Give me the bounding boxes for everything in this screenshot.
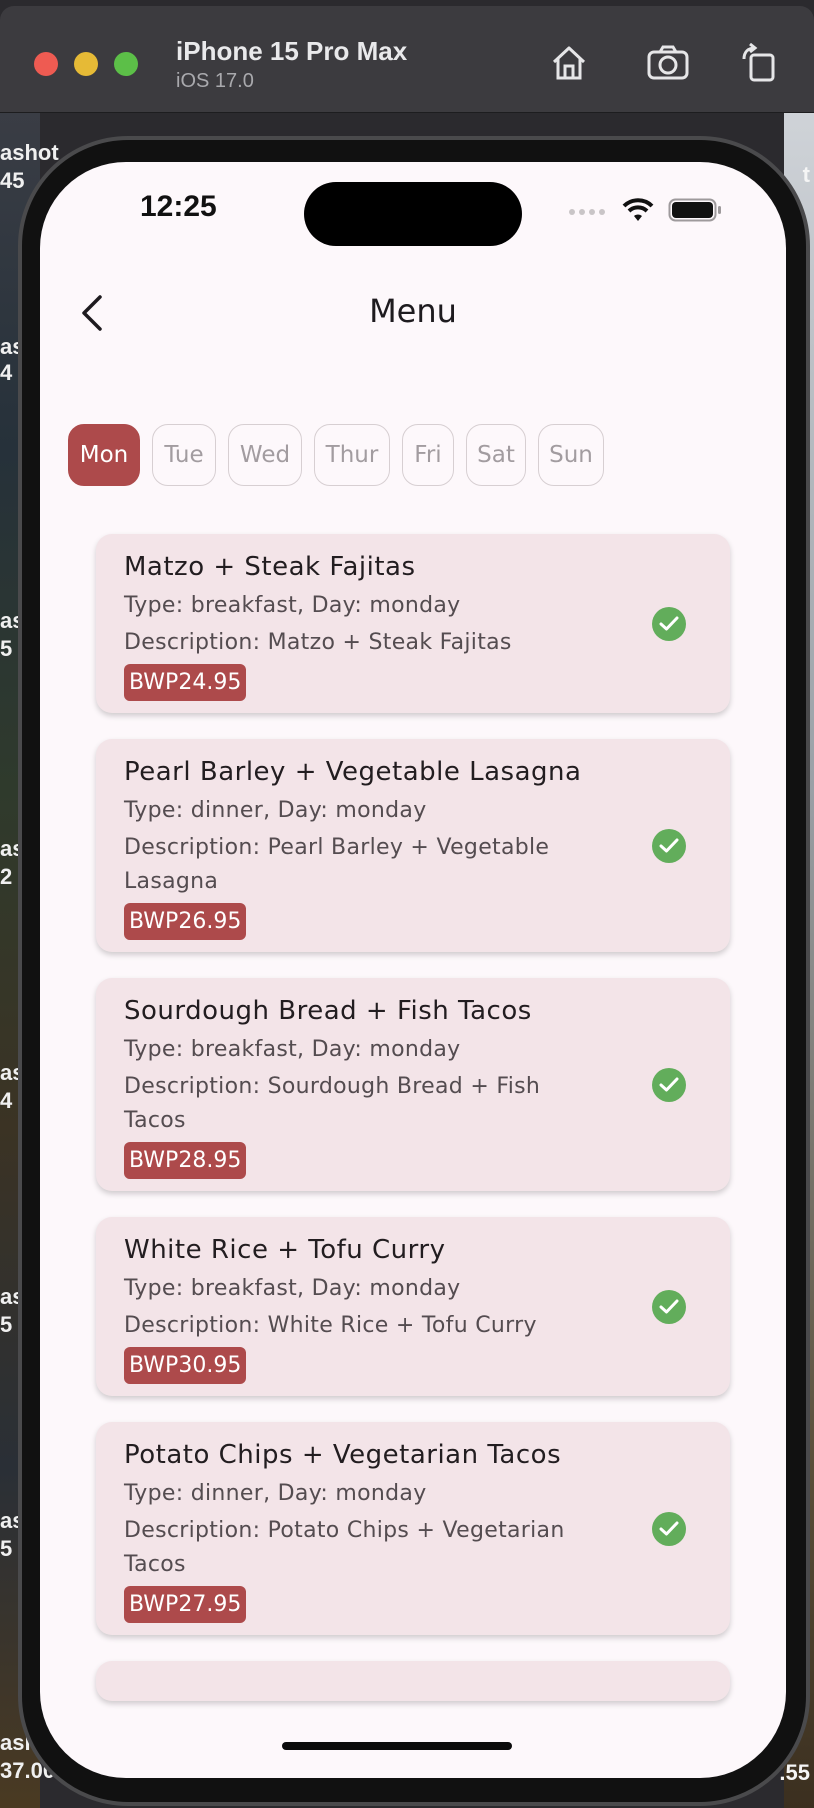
menu-item-description: Description: Sourdough Bread + Fish Taco… (124, 1074, 541, 1133)
desktop-label: 5 (0, 636, 13, 661)
menu-item-meta: Type: breakfast, Day: monday (124, 1276, 461, 1301)
day-chip-tue[interactable]: Tue (152, 424, 216, 486)
home-icon (552, 46, 586, 80)
dynamic-island (304, 182, 522, 246)
price-badge: BWP28.95 (124, 1142, 247, 1179)
menu-card[interactable]: Potato Chips + Vegetarian Tacos Type: di… (96, 1422, 730, 1635)
check-circle-icon (652, 828, 686, 863)
screenshot-button[interactable] (645, 40, 691, 86)
check-circle-icon (652, 1067, 686, 1102)
menu-item-meta: Type: breakfast, Day: monday (124, 593, 461, 618)
day-chip-sat[interactable]: Sat (466, 424, 526, 486)
check-circle-icon (652, 1511, 686, 1546)
app-screen: 12:25 Menu Mon Tue Wed Thur Fri Sat Sun … (40, 162, 786, 1778)
os-version: iOS 17.0 (176, 70, 254, 92)
menu-item-title: White Rice + Tofu Curry (124, 1235, 446, 1265)
desktop-label: 5 (0, 1536, 13, 1561)
wifi-icon (622, 198, 654, 221)
menu-item-description: Description: Potato Chips + Vegetarian T… (124, 1518, 565, 1577)
menu-card[interactable]: Matzo + Steak Fajitas Type: breakfast, D… (96, 534, 730, 713)
minimize-window-button[interactable] (74, 52, 98, 76)
menu-list: Matzo + Steak Fajitas Type: breakfast, D… (96, 534, 730, 1727)
desktop-label: 45 (0, 168, 25, 193)
home-button[interactable] (546, 40, 592, 86)
check-circle-icon (652, 606, 686, 641)
day-chip-fri[interactable]: Fri (402, 424, 454, 486)
day-chip-thur[interactable]: Thur (314, 424, 390, 486)
page-title: Menu (369, 292, 457, 330)
price-badge: BWP26.95 (124, 903, 247, 940)
menu-card[interactable]: Pearl Barley + Vegetable Lasagna Type: d… (96, 739, 730, 952)
menu-card[interactable]: White Rice + Tofu Curry Type: breakfast,… (96, 1217, 730, 1396)
close-window-button[interactable] (34, 52, 58, 76)
menu-item-title: Potato Chips + Vegetarian Tacos (124, 1440, 562, 1470)
menu-item-meta: Type: dinner, Day: monday (124, 1481, 427, 1506)
desktop-label: 5 (0, 1312, 13, 1337)
desktop-label: 2 (0, 864, 13, 889)
day-chip-wed[interactable]: Wed (228, 424, 302, 486)
price-badge: BWP30.95 (124, 1347, 247, 1384)
menu-item-meta: Type: breakfast, Day: monday (124, 1037, 461, 1062)
desktop-label: ashot (0, 140, 59, 165)
menu-item-description: Description: White Rice + Tofu Curry (124, 1313, 537, 1338)
menu-item-title: Sourdough Bread + Fish Tacos (124, 996, 532, 1026)
desktop-label: t (802, 162, 810, 187)
menu-item-description: Description: Pearl Barley + Vegetable La… (124, 835, 550, 894)
rotate-icon (742, 43, 775, 82)
menu-item-title: Matzo + Steak Fajitas (124, 552, 416, 582)
menu-card[interactable]: Sourdough Bread + Fish Tacos Type: break… (96, 978, 730, 1191)
desktop-label: 4 (0, 360, 13, 385)
day-chip-mon[interactable]: Mon (68, 424, 140, 486)
day-filter: Mon Tue Wed Thur Fri Sat Sun (68, 424, 604, 486)
home-indicator[interactable] (282, 1742, 512, 1750)
menu-card-partial[interactable] (96, 1661, 730, 1701)
battery-icon (668, 198, 721, 222)
screenshot-camera-icon (647, 45, 689, 80)
rotate-button[interactable] (736, 40, 782, 86)
simulator-toolbar: iPhone 15 Pro Max iOS 17.0 (0, 6, 814, 112)
status-icons (568, 198, 722, 222)
zoom-window-button[interactable] (114, 52, 138, 76)
check-circle-icon (652, 1289, 686, 1324)
menu-item-meta: Type: dinner, Day: monday (124, 798, 427, 823)
desktop-label: 4 (0, 1088, 13, 1113)
menu-item-description: Description: Matzo + Steak Fajitas (124, 630, 512, 655)
status-time: 12:25 (140, 190, 217, 223)
device-name: iPhone 15 Pro Max (176, 36, 408, 66)
day-chip-sun[interactable]: Sun (538, 424, 604, 486)
menu-item-title: Pearl Barley + Vegetable Lasagna (124, 757, 582, 787)
price-badge: BWP24.95 (124, 664, 247, 701)
cellular-signal-icon (569, 209, 605, 215)
price-badge: BWP27.95 (124, 1586, 247, 1623)
